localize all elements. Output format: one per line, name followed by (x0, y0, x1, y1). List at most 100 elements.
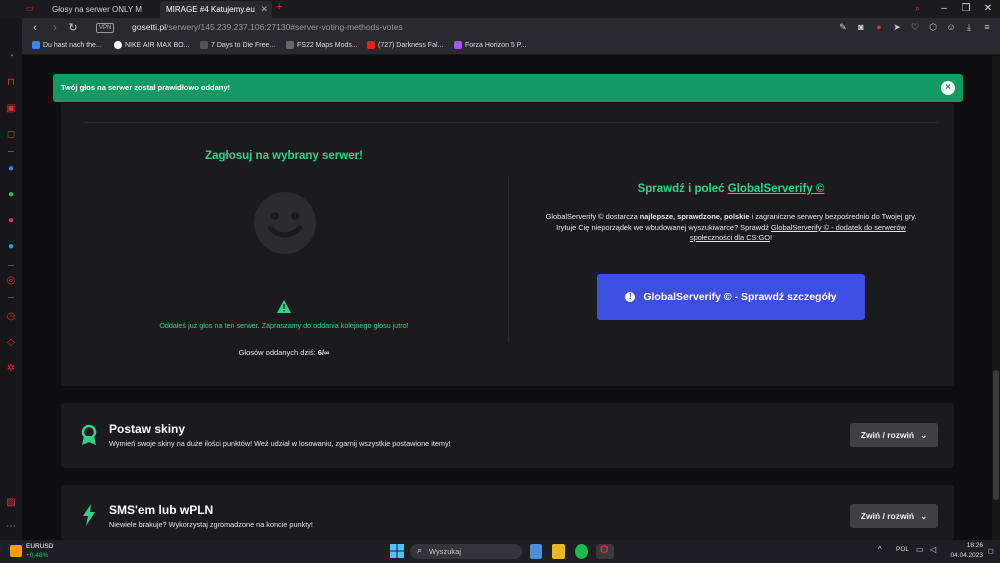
sidebar-divider (8, 265, 14, 266)
minimize-icon[interactable]: – (932, 0, 956, 18)
edit-icon[interactable]: ✎ (838, 22, 848, 33)
user-icon[interactable]: ☺ (946, 22, 956, 33)
clock-date: 04.04.2023 (950, 552, 983, 559)
info-icon: ! (625, 292, 636, 302)
download-icon[interactable]: ⤓ (964, 22, 974, 33)
workspace-icon[interactable]: ▭ (26, 4, 38, 14)
bookmark-item[interactable]: FS22 Maps Mods... (286, 41, 358, 49)
language-indicator[interactable]: POL (896, 546, 909, 553)
browser-sidebar: O ◔ ⊓ ▣ ◻ ● ● ● ● ◎ ◷ ◇ ✲ ▨ ⋯ (0, 0, 22, 540)
promo-heading-link[interactable]: GlobalServerify © (728, 183, 825, 195)
vote-count-value: 6/∞ (317, 348, 330, 357)
close-tab-icon[interactable]: ✕ (260, 1, 268, 18)
cube-icon[interactable]: ◇ (5, 337, 17, 349)
forward-icon[interactable]: › (48, 21, 62, 35)
history-icon[interactable]: ◷ (5, 311, 17, 323)
globalserverify-button[interactable]: ! GlobalServerify © - Sprawdź szczegóły (597, 274, 865, 320)
gallery-icon[interactable]: ▨ (5, 497, 17, 509)
forza-icon (454, 41, 462, 49)
section-title: SMS'em lub wPLN (109, 503, 214, 517)
back-icon[interactable]: ‹ (28, 21, 42, 35)
vote-heading: Zagłosuj na wybrany serwer! (205, 150, 363, 162)
settings-gear-icon[interactable]: ✲ (5, 363, 17, 375)
tab-label: MIRAGE #4 Katujemy.eu (166, 5, 255, 14)
more-icon[interactable]: ⋯ (5, 521, 17, 533)
taskbar-search[interactable]: ⌕ Wyszukaj (410, 544, 522, 559)
heart-icon[interactable]: ♡ (910, 22, 920, 33)
bookmark-item[interactable]: NIKE AIR MAX BO... (114, 41, 190, 49)
opera-taskbar-icon[interactable]: O (596, 544, 614, 559)
shield-icon[interactable]: ● (874, 22, 884, 33)
vpn-badge[interactable]: VPN (96, 23, 115, 33)
reload-icon[interactable]: ↻ (66, 21, 80, 35)
vote-count-label: Głosów oddanych dziś: (238, 348, 316, 357)
promo-text-2: i zagraniczne serwery bezpośrednio do Tw… (751, 212, 917, 221)
instagram-app-icon[interactable]: ● (5, 215, 17, 227)
spotify-icon[interactable] (575, 544, 588, 559)
volume-icon[interactable]: ◁ (930, 545, 936, 554)
bookmark-item[interactable]: (727) Darkness Fal... (367, 41, 443, 49)
menu-icon[interactable]: ≡ (982, 22, 992, 33)
player-icon[interactable]: ◎ (5, 275, 17, 287)
youtube-icon (367, 41, 375, 49)
search-tabs-icon[interactable]: ⌕ (915, 3, 920, 14)
bookmark-item[interactable]: 7 Days to Die Free... (200, 41, 275, 49)
promo-text-3: Irytuje Cię nieporządek we wbudowanej wy… (556, 222, 769, 232)
store-icon[interactable] (530, 544, 542, 559)
alert-message: Twój głos na serwer został prawidłowo od… (61, 83, 231, 92)
vote-notice: Oddałeś już głos na ten serwer. Zaprasza… (159, 321, 409, 330)
promo-heading-prefix: Sprawdź i poleć (637, 183, 725, 195)
speed-dial-icon[interactable]: ◔ (5, 51, 17, 63)
scrollbar-thumb[interactable] (993, 370, 999, 500)
nike-icon (114, 41, 122, 49)
windows-taskbar: EURUSD +0,48% ⌕ Wyszukaj O ^ POL ▭ ◁ 18:… (0, 540, 1000, 563)
panel-divider (84, 122, 938, 123)
bookmark-item[interactable]: Forza Horizon 5 P... (454, 41, 526, 49)
whatsapp-icon[interactable]: ● (5, 189, 17, 201)
alert-close-icon[interactable]: × (941, 81, 955, 95)
ticker-symbol[interactable]: EURUSD (26, 543, 53, 550)
tab-label: Głosy na serwer ONLY M (52, 5, 142, 14)
twitch-icon[interactable]: ▣ (5, 103, 17, 115)
promo-bold-1: najlepsze, sprawdzone, polskie (639, 212, 750, 221)
smiley-icon (252, 190, 318, 261)
tab-mirage[interactable]: MIRAGE #4 Katujemy.eu ✕ (160, 1, 272, 18)
search-icon: ⌕ (417, 545, 423, 555)
promo-text-4: ! (770, 233, 773, 242)
url-field[interactable]: gosetti.pl/serwery/145.239.237.106:27130… (132, 22, 403, 32)
fs22-icon (286, 41, 294, 49)
file-explorer-icon[interactable] (552, 544, 565, 559)
box-icon[interactable]: ⬡ (928, 22, 938, 33)
promo-link-3[interactable]: społeczności dla CS:GO (690, 233, 770, 242)
bookmark-item[interactable]: Du hast nach the... (32, 41, 102, 49)
start-icon[interactable] (390, 544, 404, 559)
promo-link-2[interactable]: GlobalServerify © - dodatek do serwerów (771, 223, 906, 232)
promo-text-1: GlobalServerify © dostarcza (545, 212, 638, 221)
notifications-icon[interactable]: ◻ (988, 547, 994, 555)
twitter-icon[interactable]: ● (5, 241, 17, 253)
tab-bar: ▭ Głosy na serwer ONLY M MIRAGE #4 Katuj… (0, 0, 1000, 18)
clock-time[interactable]: 18:26 (945, 542, 983, 549)
new-tab-icon[interactable]: + (276, 1, 282, 13)
opera-glyph: O (600, 544, 609, 556)
ticker-change: +0,48% (26, 552, 49, 559)
chevron-down-icon: ⌄ (920, 510, 928, 521)
success-alert: Twój głos na serwer został prawidłowo od… (53, 74, 963, 102)
messenger-icon[interactable]: ● (5, 163, 17, 175)
toggle-skins-button[interactable]: Zwiń / rozwiń ⌄ (850, 423, 938, 447)
section-title: Postaw skiny (109, 422, 186, 436)
network-icon[interactable]: ▭ (916, 545, 924, 554)
bookmark-label: Du hast nach the... (43, 41, 102, 49)
tray-chevron-icon[interactable]: ^ (878, 545, 882, 554)
instagram-icon[interactable]: ◻ (5, 129, 17, 141)
shopping-bag-icon[interactable]: ⊓ (5, 77, 17, 89)
camera-icon[interactable]: ◙ (856, 22, 866, 33)
tab-glosy[interactable]: Głosy na serwer ONLY M (46, 1, 158, 18)
sidebar-divider (8, 151, 14, 152)
bookmark-label: NIKE AIR MAX BO... (125, 41, 190, 49)
close-window-icon[interactable]: ✕ (976, 0, 1000, 18)
send-icon[interactable]: ➤ (892, 22, 902, 33)
toggle-sms-button[interactable]: Zwiń / rozwiń ⌄ (850, 504, 938, 528)
maximize-icon[interactable]: ❐ (954, 0, 978, 18)
weather-icon[interactable] (10, 545, 22, 557)
